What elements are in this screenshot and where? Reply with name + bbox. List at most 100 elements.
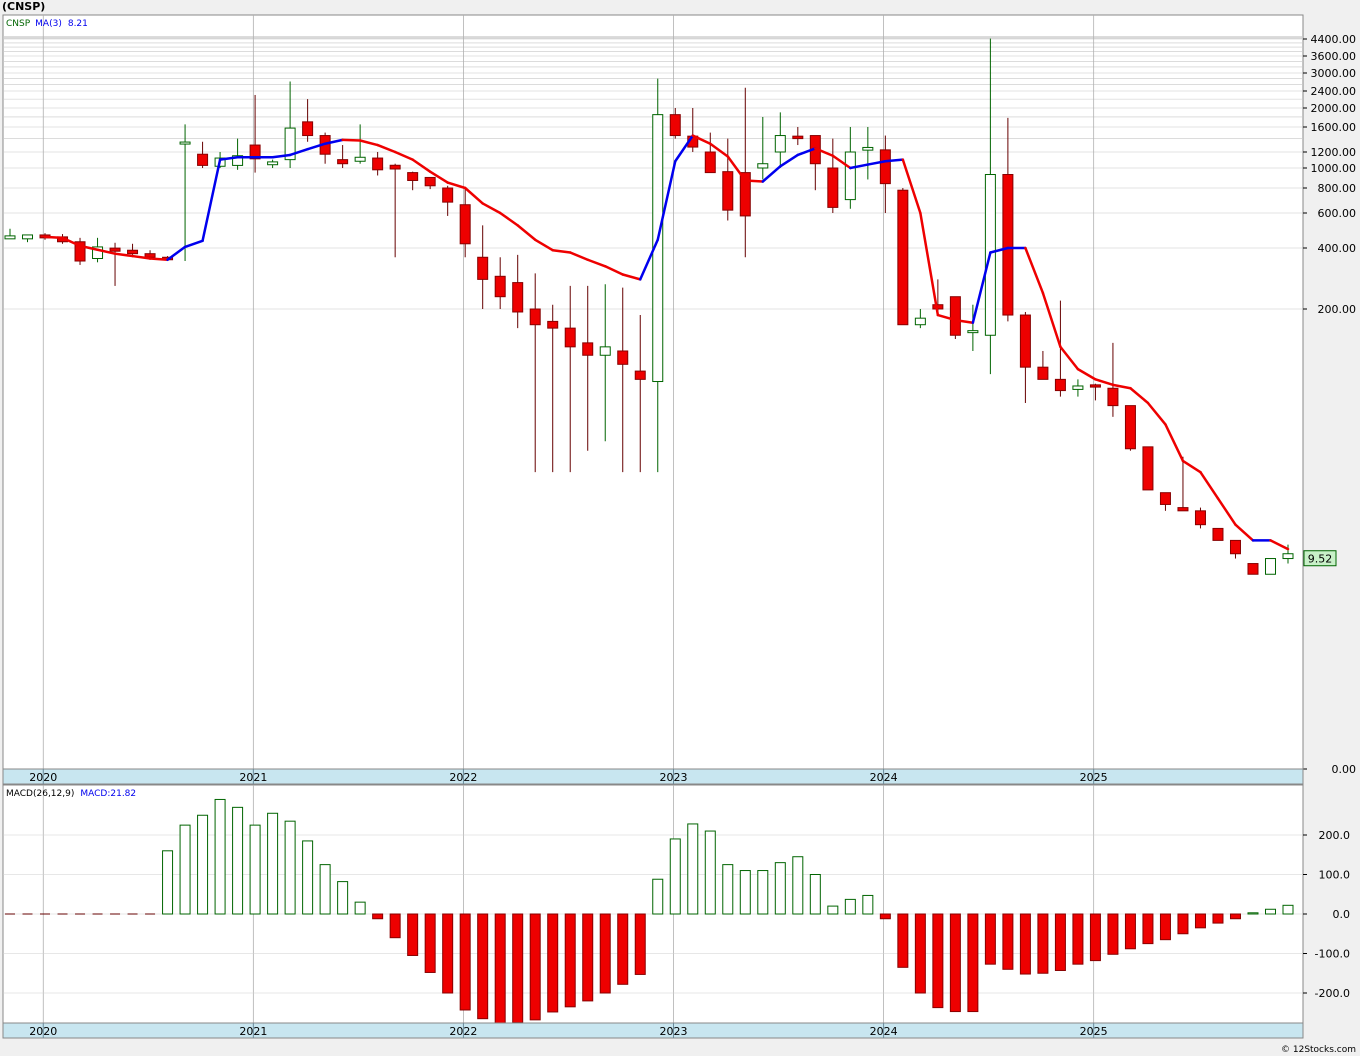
candle-body (617, 350, 629, 365)
price-tick-label: 2400.00 (1311, 85, 1357, 98)
candle-body (582, 342, 594, 356)
macd-bar (722, 864, 734, 915)
year-label: 2021 (239, 771, 267, 784)
candle-body (109, 247, 121, 252)
candle-body (967, 330, 979, 334)
price-tick-label: 600.00 (1318, 207, 1357, 220)
candle-body (442, 187, 454, 203)
year-label: 2023 (660, 771, 688, 784)
macd-bar (459, 913, 471, 1011)
macd-bar (1177, 913, 1189, 935)
candle-body (1124, 405, 1136, 450)
macd-bar (792, 856, 804, 915)
candle-body (424, 176, 436, 187)
macd-tick-label: -200.0 (1315, 987, 1350, 1000)
candle-body (897, 189, 909, 326)
macd-bar (1194, 913, 1206, 929)
candle-body (1212, 527, 1224, 541)
candle-body (722, 171, 734, 211)
price-tick-label: 2000.00 (1311, 102, 1357, 115)
site-credit: © 12Stocks.com (1281, 1045, 1356, 1055)
candle-body (634, 370, 646, 380)
candle-body (144, 253, 156, 258)
macd-tick-label: 200.0 (1319, 829, 1351, 842)
macd-bar (302, 840, 314, 915)
macd-tick-label: 0.0 (1333, 908, 1351, 921)
candle-body (704, 151, 716, 174)
year-label: 2022 (449, 1025, 477, 1038)
candle-body (1282, 553, 1294, 560)
macd-bar (932, 913, 944, 1009)
macd-bar (372, 913, 384, 920)
macd-bar (914, 913, 926, 994)
macd-bar (1089, 913, 1101, 962)
macd-bar (389, 913, 401, 939)
date-axis-band (2, 768, 1304, 785)
macd-bar (949, 913, 961, 1013)
macd-bar (197, 814, 209, 915)
macd-bar (739, 870, 751, 915)
candle-body (197, 153, 209, 166)
candle-body (599, 346, 611, 356)
macd-legend: MACD(26,12,9) MACD:21.82 (6, 789, 136, 799)
candle-body (1072, 385, 1084, 390)
candle-body (1107, 387, 1119, 407)
macd-bar (984, 913, 996, 965)
macd-bar (599, 913, 611, 994)
candle-body (459, 204, 471, 245)
candle-body (477, 256, 489, 280)
candle-body (1002, 174, 1014, 316)
candle-body (529, 308, 541, 326)
candle-body (1037, 366, 1049, 380)
macd-bar (1107, 913, 1119, 955)
candle-body (179, 141, 191, 145)
macd-bar (179, 824, 191, 915)
macd-bar (1264, 908, 1276, 915)
macd-bar (354, 901, 366, 915)
macd-bar (564, 913, 576, 1008)
macd-bar (1002, 913, 1014, 970)
ma-segment (341, 138, 362, 142)
price-tick-label: 200.00 (1318, 303, 1357, 316)
macd-bar (617, 913, 629, 985)
ma-segment (43, 235, 64, 240)
macd-bar (582, 913, 594, 1002)
macd-bar (774, 862, 786, 915)
macd-bar (862, 894, 874, 915)
year-label: 2025 (1080, 1025, 1108, 1038)
candle-body (564, 327, 576, 348)
macd-bar (442, 913, 454, 994)
candle-body (4, 235, 16, 240)
macd-bar (1282, 904, 1294, 915)
last-price-label: 9.52 (1308, 553, 1333, 566)
macd-bar (232, 806, 244, 915)
price-tick-label: 1600.00 (1311, 121, 1357, 134)
candle-body (302, 121, 314, 137)
macd-bar (494, 913, 506, 1025)
candle-body (774, 135, 786, 153)
candle-body (547, 320, 559, 329)
price-tick-label: 1200.00 (1311, 146, 1357, 159)
candle-body (862, 146, 874, 151)
candle-body (1019, 314, 1031, 368)
macd-bar (477, 913, 489, 1020)
year-label: 2020 (29, 1025, 57, 1038)
macd-bar (1019, 913, 1031, 975)
candle-body (407, 172, 419, 181)
macd-bar (1247, 912, 1259, 915)
candle-body (1054, 378, 1066, 392)
candle-body (1264, 558, 1276, 575)
macd-bar (1142, 913, 1154, 945)
candle-body (757, 163, 769, 169)
candle-body (827, 167, 839, 208)
macd-bar (879, 913, 891, 920)
ma-segment (744, 179, 765, 183)
ma-segment (884, 158, 905, 163)
macd-bar (407, 913, 419, 956)
year-label: 2024 (870, 1025, 898, 1038)
macd-bar (512, 913, 524, 1024)
candle-body (949, 296, 961, 336)
macd-bar (1229, 913, 1241, 920)
macd-bar (1072, 913, 1084, 965)
price-tick-label: 0.00 (1332, 763, 1357, 776)
